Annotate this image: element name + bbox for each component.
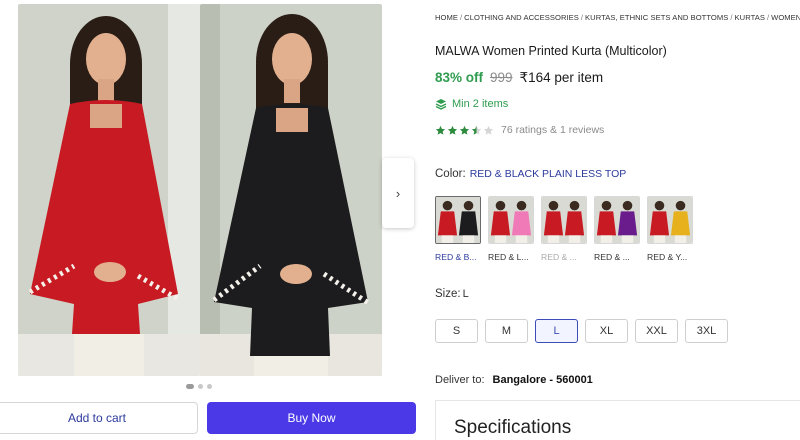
product-image-black-kurta[interactable] [200,4,382,376]
chevron-right-icon: › [395,185,401,201]
swatch-thumbnail [594,196,640,244]
original-price: 999 [490,70,513,85]
product-image-red-kurta[interactable] [18,4,200,376]
min-items-note: Min 2 items [435,98,508,110]
discount-badge: 83% off [435,70,484,85]
specifications-title: Specifications [454,417,572,438]
product-details: HOME / CLOTHING AND ACCESSORIES / KURTAS, ET… [435,0,800,440]
min-items-label: Min 2 items [452,98,509,110]
star-full-icon [459,125,470,135]
star-full-icon [435,125,446,135]
black-kurta-illustration [200,4,382,376]
color-swatches: RED & B... RED & L... RED & ... RED & ... RE… [435,196,693,262]
color-swatch[interactable]: RED & L... [488,196,534,262]
size-option-xl[interactable]: XL [585,319,628,343]
red-kurta-illustration [18,4,200,376]
layers-icon [435,99,447,110]
buy-now-button[interactable]: Buy Now [207,402,416,434]
rating-row[interactable]: 76 ratings & 1 reviews [435,124,604,136]
breadcrumb-item-clothing[interactable]: CLOTHING AND ACCESSORIES [464,13,579,22]
breadcrumb-item-kurtas[interactable]: KURTAS [735,13,765,22]
selected-size: L [462,288,469,300]
carousel-dot[interactable] [186,384,194,389]
next-image-button[interactable]: › [382,158,414,228]
specifications-section: Specifications [435,400,800,440]
star-half-icon [471,125,482,135]
star-full-icon [447,125,458,135]
swatch-label: RED & Y... [647,252,688,262]
swatch-label: RED & B... [435,252,477,262]
carousel-dots [186,384,212,389]
star-empty-icon [483,125,494,135]
selling-price: ₹164 per item [519,70,604,85]
breadcrumb-item-kurtas-ethnic-sets[interactable]: KURTAS, ETHNIC SETS AND BOTTOMS [585,13,728,22]
color-label: Color: [435,168,466,180]
price-row: 83% off 999 ₹164 per item [435,70,603,86]
color-swatch[interactable]: RED & Y... [647,196,693,262]
color-swatch[interactable]: RED & ... [594,196,640,262]
swatch-thumbnail [647,196,693,244]
size-option-3xl[interactable]: 3XL [685,319,728,343]
star-rating [435,125,494,136]
size-option-xxl[interactable]: XXL [635,319,678,343]
swatch-label: RED & L... [488,252,529,262]
carousel-dot[interactable] [198,384,203,389]
selected-color: RED & BLACK PLAIN LESS TOP [469,168,627,180]
delivery-row[interactable]: Deliver to: Bangalore - 560001 [435,374,593,386]
color-swatch[interactable]: RED & B... [435,196,481,262]
breadcrumb-item-women[interactable]: WOMEN [771,13,800,22]
deliver-label: Deliver to: [435,374,485,386]
size-option-m[interactable]: M [485,319,528,343]
breadcrumb-item-home[interactable]: HOME [435,13,458,22]
product-gallery: › Add to cart Buy Now [0,0,418,440]
size-options: S M L XL XXL 3XL [435,319,728,343]
product-title: MALWA Women Printed Kurta (Multicolor) [435,44,667,58]
swatch-label: RED & ... [541,252,577,262]
add-to-cart-button[interactable]: Add to cart [0,402,198,434]
delivery-location[interactable]: Bangalore - 560001 [493,374,593,386]
size-option-s[interactable]: S [435,319,478,343]
swatch-thumbnail [435,196,481,244]
breadcrumb: HOME / CLOTHING AND ACCESSORIES / KURTAS, ET… [435,13,800,22]
size-label: Size: [435,288,461,300]
size-label-row: Size: L [435,288,469,300]
carousel-dot[interactable] [207,384,212,389]
swatch-thumbnail [541,196,587,244]
swatch-thumbnail [488,196,534,244]
purchase-actions: Add to cart Buy Now [0,402,418,436]
color-label-row: Color: RED & BLACK PLAIN LESS TOP [435,168,626,180]
ratings-count: 76 ratings & 1 reviews [501,124,605,136]
color-swatch[interactable]: RED & ... [541,196,587,262]
swatch-label: RED & ... [594,252,630,262]
size-option-l[interactable]: L [535,319,578,343]
